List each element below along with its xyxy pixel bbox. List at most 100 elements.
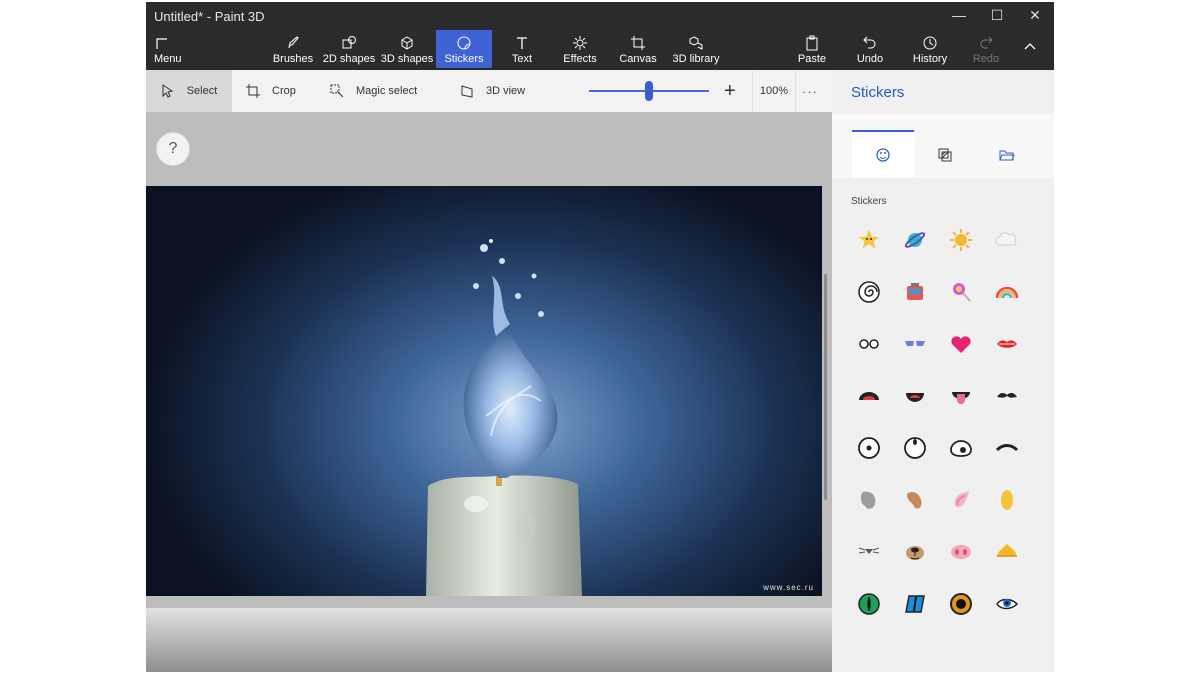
mustache-sticker[interactable] (984, 370, 1030, 422)
canvas-icon (631, 36, 645, 50)
dog-nose-sticker[interactable] (892, 526, 938, 578)
zoom-slider-thumb[interactable] (645, 81, 653, 101)
panel-title: Stickers (851, 84, 905, 101)
sunglasses-sticker[interactable] (892, 318, 938, 370)
stickers-tab-icon (876, 148, 890, 162)
spiral-sticker[interactable] (846, 266, 892, 318)
panel-tabs (832, 114, 1054, 178)
lips-sticker[interactable] (984, 318, 1030, 370)
2d-shapes-icon (342, 36, 356, 49)
heart-sticker[interactable] (938, 318, 984, 370)
yellow-ear-sticker[interactable] (984, 474, 1030, 526)
3d-shapes-icon (401, 36, 413, 50)
zoom-percentage[interactable]: 100% (752, 70, 796, 112)
close-button[interactable]: ✕ (1014, 2, 1054, 28)
blue-cat-eye-sticker[interactable] (892, 578, 938, 630)
3d-view-label: 3D view (486, 85, 526, 97)
eyebrow-sticker[interactable] (984, 422, 1030, 474)
text-button[interactable]: Text (498, 30, 546, 68)
tool-options-bar: Select Crop Magic select 3D view + 100% … (146, 70, 832, 113)
undo-button[interactable]: Undo (848, 30, 892, 68)
help-button[interactable]: ? (156, 132, 190, 166)
3d-view-button[interactable]: 3D view (460, 70, 550, 112)
section-label: Stickers (851, 196, 887, 207)
brushes-button[interactable]: Brushes (268, 30, 318, 68)
minimize-button[interactable]: — (938, 2, 980, 28)
maximize-button[interactable]: ☐ (976, 2, 1018, 28)
rainbow-sticker[interactable] (984, 266, 1030, 318)
eye-center-sticker[interactable] (846, 422, 892, 474)
canvas-image[interactable]: www.sec.ru (146, 186, 822, 596)
2d-shapes-button[interactable]: 2D shapes (322, 30, 376, 68)
smile-mouth-sticker[interactable] (892, 370, 938, 422)
text-label: Text (511, 53, 533, 65)
watermark-text: www.sec.ru (763, 583, 814, 592)
pig-nose-sticker[interactable] (938, 526, 984, 578)
grey-ear-sticker[interactable] (846, 474, 892, 526)
history-button[interactable]: History (906, 30, 954, 68)
stickers-label: Stickers (444, 53, 484, 65)
stickers-button[interactable]: Stickers (436, 30, 492, 68)
paste-button[interactable]: Paste (790, 30, 834, 68)
eye-up-sticker[interactable] (892, 422, 938, 474)
brown-ear-sticker[interactable] (892, 474, 938, 526)
lollipop-sticker[interactable] (938, 266, 984, 318)
robot-sticker[interactable] (892, 266, 938, 318)
workspace-bottom-edge (146, 608, 832, 672)
3d-shapes-button[interactable]: 3D shapes (380, 30, 434, 68)
history-label: History (912, 53, 948, 65)
green-cat-eye-sticker[interactable] (846, 578, 892, 630)
candle-flame-picture (426, 239, 582, 596)
more-options-button[interactable]: ··· (802, 84, 818, 99)
brush-icon (288, 36, 299, 49)
effects-button[interactable]: Effects (556, 30, 604, 68)
glasses-sticker[interactable] (846, 318, 892, 370)
cloud-sticker[interactable] (984, 214, 1030, 266)
tab-open-folder[interactable] (976, 132, 1038, 178)
3d-library-button[interactable]: 3D library (670, 30, 722, 68)
3d-library-icon (689, 36, 703, 50)
blue-eye-sticker[interactable] (984, 578, 1030, 630)
redo-button[interactable]: Redo (964, 30, 1008, 68)
vertical-scrollbar[interactable] (824, 274, 827, 500)
whisker-nose-sticker[interactable] (846, 526, 892, 578)
3d-view-icon (461, 85, 473, 98)
textures-tab-icon (938, 148, 952, 162)
magic-select-button[interactable]: Magic select (330, 70, 440, 112)
effects-label: Effects (563, 53, 597, 65)
select-tool-button[interactable]: Select (146, 70, 232, 112)
tab-textures[interactable] (914, 132, 976, 178)
tab-stickers[interactable] (852, 130, 914, 178)
chevron-up-icon (1024, 43, 1036, 50)
open-mouth-sticker[interactable] (846, 370, 892, 422)
paint-3d-window: Untitled* - Paint 3D — ☐ ✕ Menu Brushes … (146, 2, 1054, 672)
pink-ear-sticker[interactable] (938, 474, 984, 526)
zoom-in-button[interactable]: + (724, 80, 736, 103)
beak-sticker[interactable] (984, 526, 1030, 578)
workspace: ? www.sec.ru (146, 112, 832, 672)
paste-label: Paste (797, 53, 827, 65)
star-sticker[interactable] (846, 214, 892, 266)
sun-sticker[interactable] (938, 214, 984, 266)
collapse-ribbon-button[interactable] (1022, 38, 1038, 59)
eye-side-sticker[interactable] (938, 422, 984, 474)
planet-sticker[interactable] (892, 214, 938, 266)
effects-icon (573, 36, 587, 50)
stickers-panel: Stickers Stickers (832, 70, 1054, 672)
3d-library-label: 3D library (672, 53, 720, 65)
canvas-button[interactable]: Canvas (614, 30, 662, 68)
crop-button[interactable]: Crop (246, 70, 316, 112)
history-icon (923, 36, 937, 50)
orange-eye-sticker[interactable] (938, 578, 984, 630)
text-icon (517, 37, 527, 49)
tongue-mouth-sticker[interactable] (938, 370, 984, 422)
canvas-label: Canvas (619, 53, 657, 65)
select-label: Select (186, 85, 218, 97)
menu-button[interactable]: Menu (154, 30, 194, 68)
paste-icon (806, 35, 818, 51)
brushes-label: Brushes (272, 53, 314, 65)
window-title: Untitled* - Paint 3D (154, 9, 265, 24)
magic-select-icon (330, 84, 344, 98)
2d-shapes-label: 2D shapes (322, 53, 376, 65)
redo-icon (980, 36, 993, 49)
